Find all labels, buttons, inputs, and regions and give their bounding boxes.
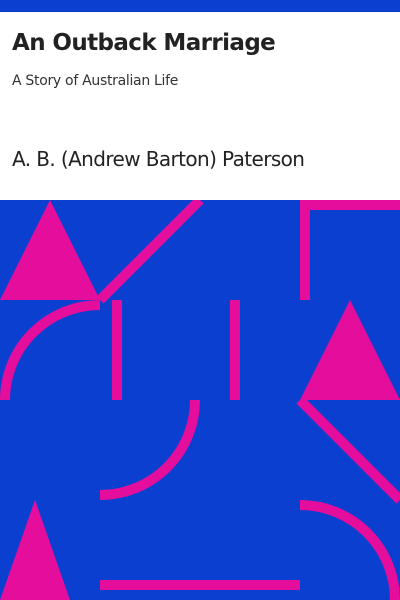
book-subtitle: A Story of Australian Life (12, 73, 179, 89)
book-author: A. B. (Andrew Barton) Paterson (12, 147, 305, 171)
cover-art (0, 200, 400, 600)
cover-header: An Outback Marriage A Story of Australia… (0, 12, 400, 200)
book-title: An Outback Marriage (12, 30, 276, 56)
top-color-bar (0, 0, 400, 12)
